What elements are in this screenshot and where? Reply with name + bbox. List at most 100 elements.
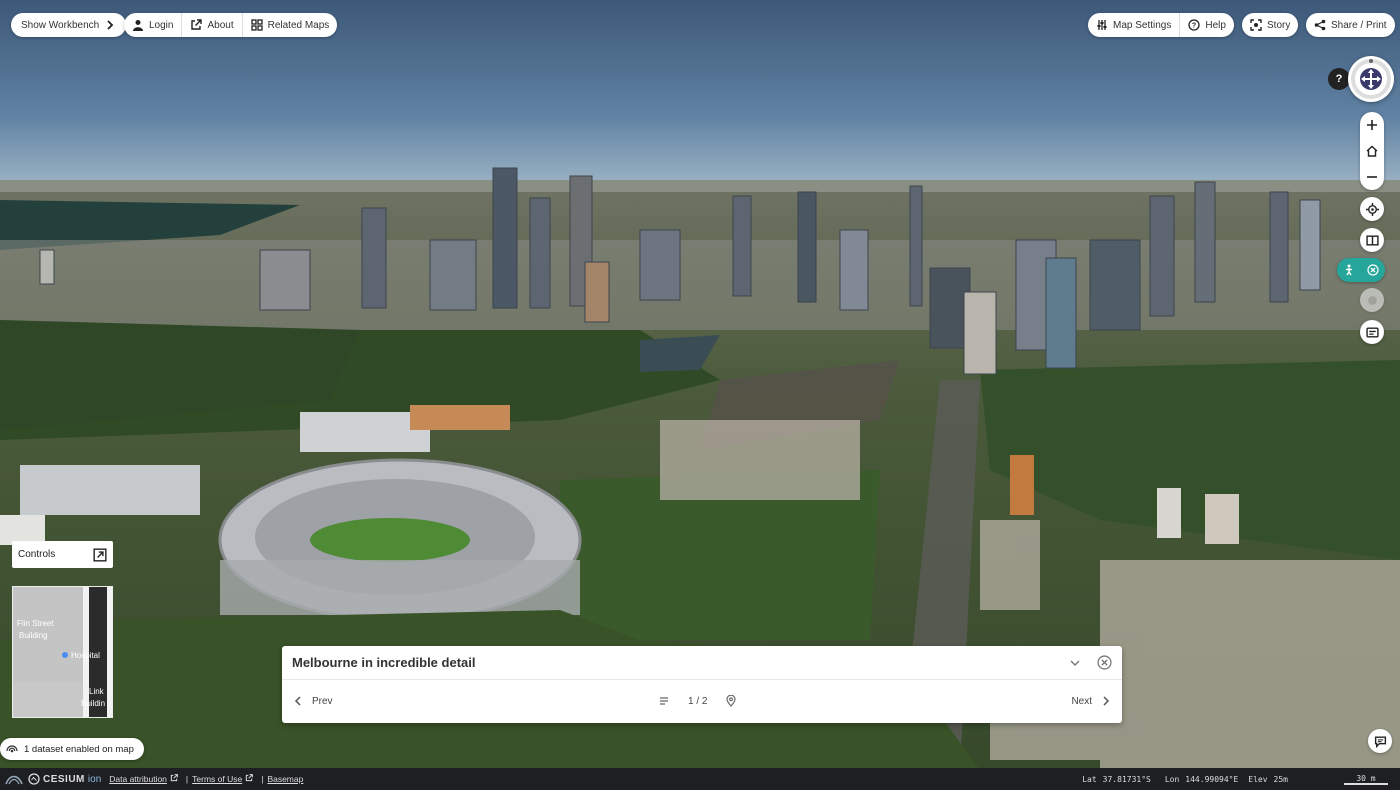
nav-disabled-button[interactable] <box>1360 288 1384 312</box>
tower <box>1157 488 1181 538</box>
tower <box>584 261 610 323</box>
expand-icon <box>93 547 107 562</box>
blank-icon <box>1367 295 1377 305</box>
plus-icon <box>1367 120 1377 130</box>
help-circle-icon: ? <box>1188 19 1201 31</box>
block <box>660 420 860 500</box>
close-story-icon[interactable] <box>1097 655 1112 670</box>
scale-bar: 30 m <box>1342 774 1390 785</box>
story-label: Story <box>1267 19 1291 31</box>
map-settings-button[interactable]: Map Settings <box>1088 13 1179 37</box>
bottom-status-bar: CESIUM ion Data attribution | Terms of U… <box>0 768 1400 790</box>
story-title: Melbourne in incredible detail <box>292 655 476 670</box>
compass-icon <box>1351 59 1391 99</box>
external-link-icon <box>170 774 178 784</box>
zoom-in-button[interactable] <box>1360 113 1384 137</box>
arena <box>20 465 200 515</box>
story-prev-label: Prev <box>312 695 333 707</box>
zoom-controls <box>1360 112 1384 190</box>
story-next-button[interactable]: Next <box>1071 695 1112 707</box>
compass-control[interactable] <box>1348 56 1394 102</box>
about-button[interactable]: About <box>181 13 241 37</box>
data-attribution-link[interactable]: Data attribution <box>109 774 167 784</box>
block <box>980 520 1040 610</box>
split-screen-button[interactable] <box>1360 228 1384 252</box>
home-button[interactable] <box>1360 139 1384 163</box>
tower <box>1299 199 1321 291</box>
zoom-out-button[interactable] <box>1360 165 1384 189</box>
crosshair-icon <box>1365 202 1379 216</box>
story-prev-button[interactable]: Prev <box>292 695 333 707</box>
terria-logo-icon <box>0 772 28 786</box>
story-footer: Prev 1 / 2 Next <box>282 680 1122 722</box>
sliders-icon <box>1096 19 1108 31</box>
story-page-indicator: 1 / 2 <box>688 695 708 707</box>
nav-help-button[interactable]: ? <box>1328 68 1350 90</box>
lon-label: Lon <box>1164 774 1180 784</box>
tower <box>429 239 477 311</box>
minimap-label: Building <box>19 631 48 640</box>
elev-label: Elev <box>1248 774 1268 784</box>
tower <box>839 229 869 311</box>
nav-help-label: ? <box>1335 73 1343 85</box>
my-location-button[interactable] <box>1360 197 1384 221</box>
list-icon[interactable] <box>658 695 670 707</box>
compare-icon <box>1365 234 1379 246</box>
tower <box>732 195 752 297</box>
top-right-menu: Map Settings ? Help <box>1088 13 1234 37</box>
story-panel: Melbourne in incredible detail Prev 1 / … <box>282 646 1122 723</box>
feedback-button[interactable] <box>1368 729 1392 753</box>
collapse-chevron-icon[interactable] <box>1069 657 1081 669</box>
story-icon <box>1250 19 1262 31</box>
location-pin-icon[interactable] <box>725 695 737 707</box>
cesium-logo[interactable]: CESIUM ion <box>28 773 101 785</box>
minimap-label: Buildin <box>81 699 106 708</box>
lat-label: Lat <box>1082 774 1097 784</box>
dataset-status[interactable]: 1 dataset enabled on map <box>0 738 144 760</box>
login-label: Login <box>149 19 174 31</box>
grid-icon <box>250 19 263 31</box>
about-label: About <box>207 19 234 31</box>
close-icon <box>1367 264 1379 276</box>
tower <box>39 249 55 285</box>
tower <box>1269 191 1289 303</box>
cesium-logo-text: CESIUM <box>43 773 85 785</box>
stadium-field <box>310 518 470 562</box>
scale-label: 30 m <box>1356 773 1376 783</box>
related-maps-label: Related Maps <box>267 19 330 31</box>
login-button[interactable]: Login <box>124 13 181 37</box>
tower <box>909 185 923 307</box>
story-pager: 1 / 2 <box>658 680 737 722</box>
map-settings-label: Map Settings <box>1113 19 1172 31</box>
share-print-label: Share / Print <box>1331 19 1387 31</box>
show-workbench-label: Show Workbench <box>21 19 100 31</box>
orange-tower <box>1010 455 1034 515</box>
tower <box>529 197 551 309</box>
controls-panel-toggle[interactable]: Controls <box>12 541 113 568</box>
tower <box>1194 181 1216 303</box>
tower <box>361 207 387 309</box>
divider: | <box>185 774 189 784</box>
show-workbench-button[interactable]: Show Workbench <box>11 13 127 37</box>
related-maps-button[interactable]: Related Maps <box>241 13 338 37</box>
terms-of-use-link[interactable]: Terms of Use <box>192 774 242 784</box>
measure-tool-button[interactable] <box>1360 320 1384 344</box>
minus-icon <box>1367 176 1377 178</box>
tower <box>1149 195 1175 317</box>
tower <box>797 191 817 303</box>
tower <box>1045 257 1077 369</box>
help-button[interactable]: ? Help <box>1179 13 1234 37</box>
tower <box>1205 494 1239 544</box>
dataset-status-label: 1 dataset enabled on map <box>24 743 134 755</box>
external-link-icon <box>245 774 254 784</box>
overview-minimap[interactable]: Flin Street Building Hospital Link Build… <box>12 586 113 718</box>
top-left-menu: Login About Related Maps <box>124 13 338 37</box>
share-print-button[interactable]: Share / Print <box>1306 13 1395 37</box>
scale-line <box>1344 782 1388 785</box>
basemap-link[interactable]: Basemap <box>267 774 303 784</box>
pedestrian-mode-toggle[interactable] <box>1337 258 1385 282</box>
story-button[interactable]: Story <box>1242 13 1299 37</box>
story-next-label: Next <box>1071 695 1092 707</box>
block <box>1100 560 1400 770</box>
tower <box>639 229 681 301</box>
